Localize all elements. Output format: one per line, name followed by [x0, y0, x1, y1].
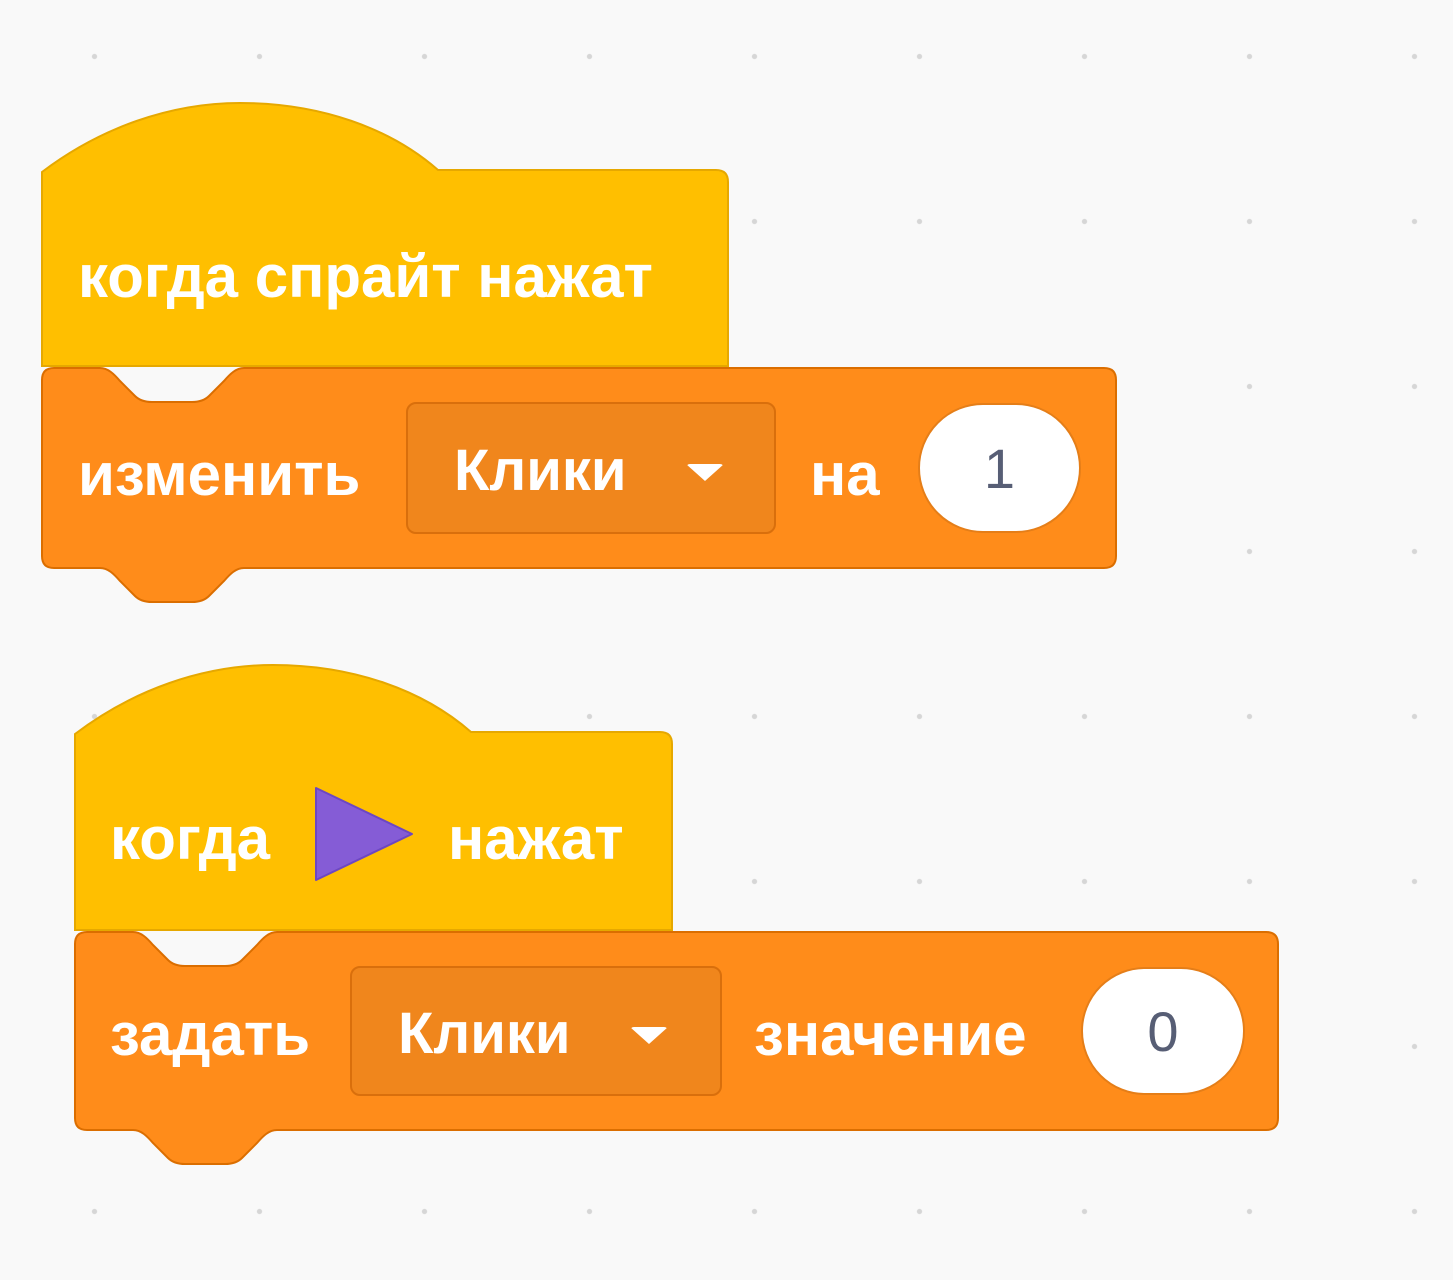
value-input[interactable]	[1081, 967, 1245, 1095]
caret-down-icon	[630, 1027, 668, 1044]
variable-dropdown[interactable]: Клики	[350, 966, 722, 1096]
variable-dropdown-label: Клики	[398, 1001, 571, 1066]
hat-label-when: когда	[110, 805, 271, 872]
set-label: задать	[110, 1001, 311, 1068]
script-when-flag-clicked[interactable]: когда нажат задать Клики значение	[0, 0, 1300, 1180]
hat-label-clicked: нажат	[448, 805, 624, 872]
value-label: значение	[754, 1001, 1027, 1068]
play-triangle-icon	[315, 787, 413, 881]
